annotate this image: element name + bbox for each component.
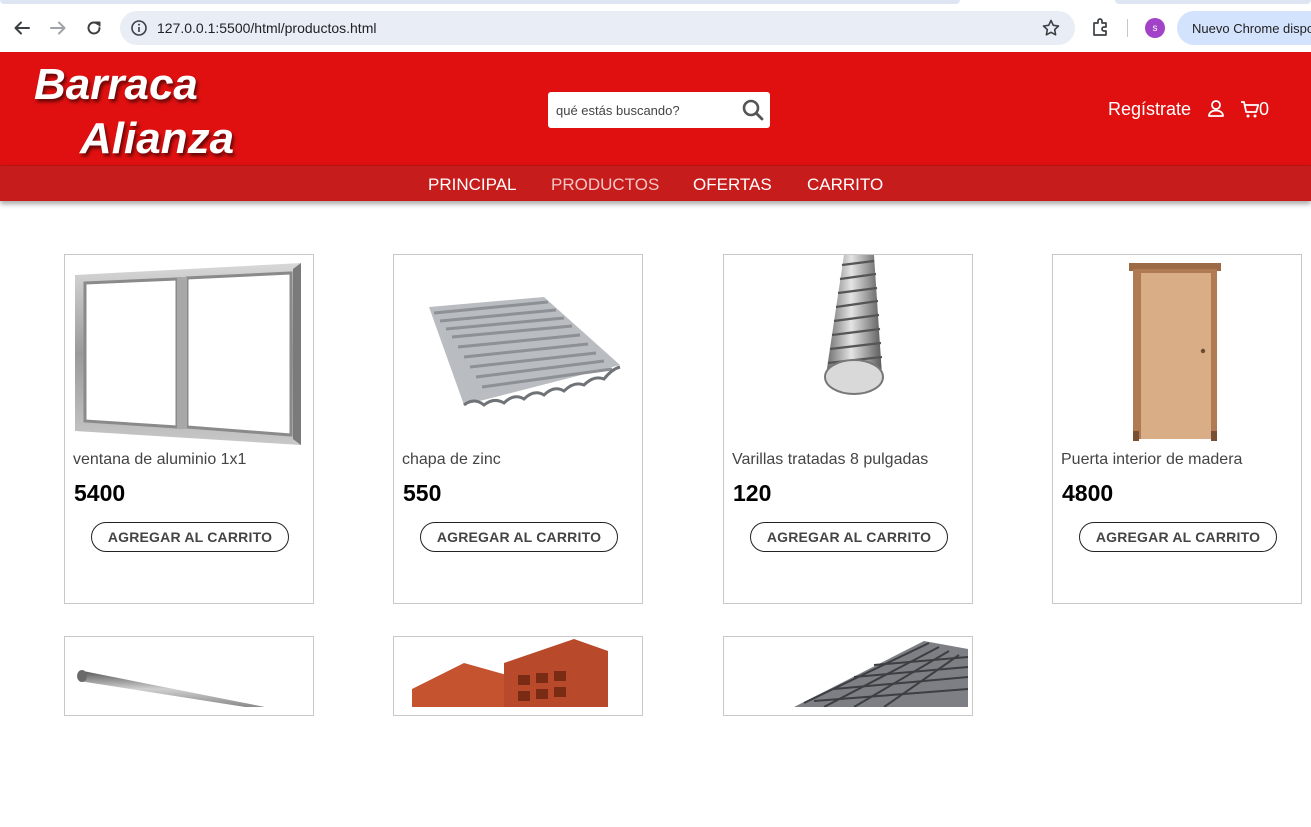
- user-icon[interactable]: [1207, 99, 1225, 124]
- site-info-icon[interactable]: [130, 19, 148, 42]
- product-name: ventana de aluminio 1x1: [73, 451, 247, 468]
- reload-icon[interactable]: [82, 16, 106, 40]
- cart-count[interactable]: 0: [1259, 99, 1269, 120]
- back-icon[interactable]: [10, 16, 34, 40]
- product-image-clay-bricks: [394, 637, 642, 827]
- product-price: 4800: [1062, 480, 1114, 506]
- bookmark-star-icon[interactable]: [1041, 18, 1061, 43]
- logo-text-line1[interactable]: Barraca: [34, 60, 198, 110]
- product-card: [64, 636, 314, 716]
- search-input[interactable]: [548, 92, 733, 128]
- search-icon[interactable]: [741, 98, 765, 127]
- tab-strip: [0, 0, 960, 4]
- add-to-cart-button[interactable]: AGREGAR AL CARRITO: [1079, 522, 1277, 552]
- chrome-update-button[interactable]: Nuevo Chrome disponible: [1177, 11, 1311, 45]
- product-image-rebar-rod: [724, 255, 972, 445]
- product-card: Varillas tratadas 8 pulgadas 120 AGREGAR…: [723, 254, 973, 604]
- site-header: Barraca Alianza Regístrate 0: [0, 52, 1311, 165]
- nav-item-carrito[interactable]: CARRITO: [807, 175, 883, 195]
- product-image-metal-pipe: [65, 637, 313, 827]
- product-name: Varillas tratadas 8 pulgadas: [732, 451, 929, 468]
- add-to-cart-button[interactable]: AGREGAR AL CARRITO: [750, 522, 948, 552]
- product-card: [393, 636, 643, 716]
- product-image-wire-mesh-roll: [724, 637, 972, 827]
- profile-avatar[interactable]: s: [1145, 18, 1165, 38]
- product-card: [723, 636, 973, 716]
- browser-toolbar: 127.0.0.1:5500/html/productos.html s Nue…: [0, 0, 1311, 52]
- product-card: Puerta interior de madera 4800 AGREGAR A…: [1052, 254, 1302, 604]
- toolbar-divider: [1127, 19, 1128, 37]
- product-price: 550: [403, 480, 442, 506]
- search-box: [548, 92, 770, 128]
- product-price: 120: [733, 480, 772, 506]
- extensions-puzzle-icon[interactable]: [1090, 16, 1112, 43]
- product-image-aluminium-window: [65, 255, 313, 445]
- nav-item-productos[interactable]: PRODUCTOS: [551, 175, 659, 195]
- logo-text-line2[interactable]: Alianza: [80, 114, 234, 164]
- product-name: Puerta interior de madera: [1061, 451, 1243, 468]
- register-link[interactable]: Regístrate: [1108, 99, 1191, 120]
- product-name: chapa de zinc: [402, 451, 501, 468]
- add-to-cart-button[interactable]: AGREGAR AL CARRITO: [420, 522, 618, 552]
- nav-item-principal[interactable]: PRINCIPAL: [428, 175, 517, 195]
- product-image-corrugated-zinc-sheet: [394, 255, 642, 445]
- main-nav: PRINCIPAL PRODUCTOS OFERTAS CARRITO: [0, 165, 1311, 201]
- product-price: 5400: [74, 480, 126, 506]
- cart-icon[interactable]: [1240, 99, 1260, 124]
- address-bar[interactable]: 127.0.0.1:5500/html/productos.html: [120, 11, 1075, 45]
- product-card: chapa de zinc 550 AGREGAR AL CARRITO: [393, 254, 643, 604]
- url-text[interactable]: 127.0.0.1:5500/html/productos.html: [157, 20, 376, 36]
- product-card: ventana de aluminio 1x1 5400 AGREGAR AL …: [64, 254, 314, 604]
- nav-item-ofertas[interactable]: OFERTAS: [693, 175, 772, 195]
- add-to-cart-button[interactable]: AGREGAR AL CARRITO: [91, 522, 289, 552]
- forward-icon[interactable]: [46, 16, 70, 40]
- product-image-wooden-door: [1053, 255, 1301, 445]
- tab-strip-right: [1115, 0, 1311, 4]
